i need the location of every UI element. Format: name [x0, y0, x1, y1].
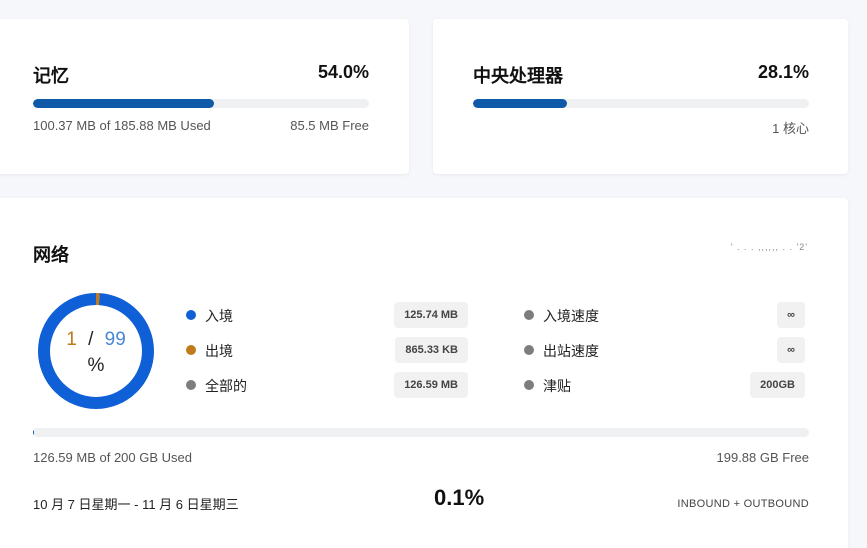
memory-title: 记忆: [33, 66, 69, 86]
legend-total: 全部的 126.59 MB: [186, 372, 468, 398]
donut-outbound-value: 1: [66, 329, 77, 350]
cpu-progress-fill: [473, 99, 568, 108]
legend-outbound-label: 出境: [205, 343, 233, 359]
outbound-dot-icon: [186, 345, 196, 355]
legend-inbound-label: 入境: [205, 308, 233, 324]
network-used-text: 126.59 MB of 200 GB Used: [33, 450, 192, 465]
memory-used-text: 100.37 MB of 185.88 MB Used: [33, 118, 211, 133]
network-usage-percent: 0.1%: [434, 485, 485, 510]
donut-ratio: 1 / 99: [36, 329, 156, 351]
legend-allowance-value: 200GB: [750, 372, 805, 398]
legend-allowance: 津贴 200GB: [524, 372, 805, 398]
memory-free-text: 85.5 MB Free: [290, 118, 369, 133]
legend-outbound-speed-value: ∞: [777, 337, 805, 363]
memory-card: 记忆 54.0% 100.37 MB of 185.88 MB Used 85.…: [0, 19, 409, 174]
legend-allowance-label: 津贴: [543, 378, 571, 394]
donut-inbound-arc: [38, 293, 154, 409]
cpu-progress-bar: [473, 99, 809, 108]
network-usage-bar: [33, 428, 809, 437]
network-header-text: ' . . . ,,,,,, . . '2': [730, 242, 808, 252]
donut-inbound-value: 99: [104, 329, 126, 350]
donut-separator: /: [88, 329, 94, 350]
cpu-title: 中央处理器: [473, 66, 563, 86]
legend-inbound-speed-label: 入境速度: [543, 308, 599, 324]
legend-outbound-speed-label: 出站速度: [543, 343, 599, 359]
network-title: 网络: [33, 245, 69, 265]
memory-progress-fill: [33, 99, 215, 108]
legend-total-value: 126.59 MB: [394, 372, 468, 398]
network-usage-fill: [33, 428, 34, 437]
cpu-card: 中央处理器 28.1% 1 核心: [433, 19, 848, 174]
legend-inbound-speed-value: ∞: [777, 302, 805, 328]
cpu-cores-text: 1 核心: [772, 121, 809, 136]
network-card: 网络 ' . . . ,,,,,, . . '2' 1 / 99 % 入境 12…: [0, 198, 848, 548]
network-free-text: 199.88 GB Free: [716, 450, 810, 465]
direction-label: INBOUND + OUTBOUND: [677, 498, 809, 510]
inbound-dot-icon: [186, 310, 196, 320]
legend-inbound-speed: 入境速度 ∞: [524, 302, 805, 328]
cpu-percent: 28.1%: [757, 62, 809, 82]
network-donut-chart: [38, 293, 154, 409]
legend-outbound-value: 865.33 KB: [395, 337, 468, 363]
legend-total-label: 全部的: [205, 378, 247, 394]
outbound-speed-dot-icon: [524, 345, 534, 355]
allowance-dot-icon: [524, 380, 534, 390]
memory-percent: 54.0%: [317, 62, 369, 82]
legend-inbound: 入境 125.74 MB: [186, 302, 468, 328]
legend-outbound-speed: 出站速度 ∞: [524, 337, 805, 363]
inbound-speed-dot-icon: [524, 310, 534, 320]
legend-inbound-value: 125.74 MB: [394, 302, 468, 328]
memory-progress-bar: [33, 99, 369, 108]
total-dot-icon: [186, 380, 196, 390]
legend-outbound: 出境 865.33 KB: [186, 337, 468, 363]
donut-unit: %: [87, 355, 105, 376]
date-range: 10 月 7 日星期一 - 11 月 6 日星期三: [33, 497, 239, 512]
